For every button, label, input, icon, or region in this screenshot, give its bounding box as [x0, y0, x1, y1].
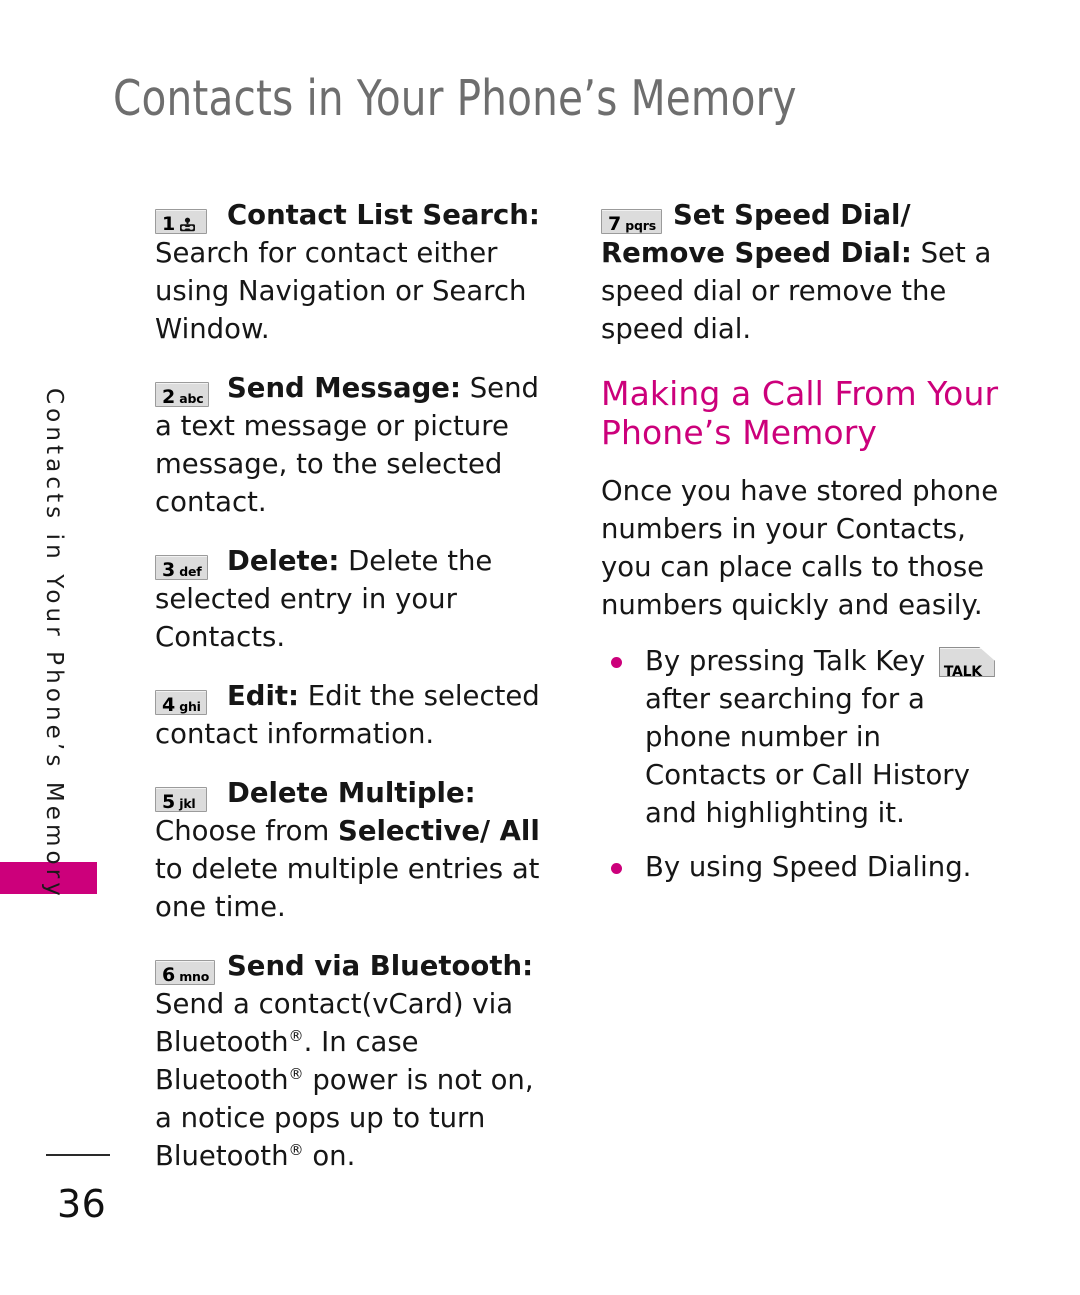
- entry-separator: :: [328, 545, 340, 577]
- footer-divider: [46, 1154, 110, 1156]
- key-letters: abc: [179, 390, 204, 406]
- section-intro-paragraph: Once you have stored phone numbers in yo…: [601, 475, 999, 621]
- menu-entry-edit: 4 ghi Edit: Edit the selected contact inf…: [155, 677, 555, 753]
- methods-list: By pressing Talk Key TALK after searchin…: [601, 642, 1001, 886]
- key-letters: pqrs: [625, 217, 656, 233]
- talk-key-label: TALK: [943, 664, 982, 680]
- voicemail-icon: [179, 212, 196, 231]
- entry-separator: :: [528, 199, 540, 231]
- list-item: By pressing Talk Key TALK after searchin…: [601, 642, 1001, 832]
- manual-page: Contacts in Your Phone’s Memory Contacts…: [0, 0, 1080, 1295]
- menu-entry-delete: 3 def Delete: Delete the selected entry i…: [155, 542, 555, 656]
- page-number: 36: [57, 1182, 107, 1226]
- content-columns: 1 Contact List Search: Search for contac…: [155, 196, 1015, 1172]
- talk-key-icon: TALK: [938, 647, 995, 680]
- keypad-key-3: 3 def: [155, 547, 208, 585]
- entry-body: Edit the selected contact information.: [155, 680, 540, 750]
- key-letters: ghi: [179, 698, 201, 714]
- entry-separator: :: [900, 237, 912, 269]
- section-heading: Making a Call From Your Phone’s Memory: [601, 374, 999, 452]
- key-digit: 7: [608, 212, 622, 235]
- entry-label: Send Message: [227, 372, 450, 404]
- key-digit: 4: [162, 693, 176, 716]
- entry-label: Send via Bluetooth: [227, 950, 523, 982]
- menu-entry-set-speed-dial: 7 pqrs Set Speed Dial/ Remove Speed Dial:…: [601, 196, 1001, 348]
- key-graphic: 1: [155, 208, 207, 235]
- entry-label: Delete Multiple: [227, 777, 465, 809]
- menu-entry-delete-multiple: 5 jkl Delete Multiple: Choose from Select…: [155, 774, 555, 926]
- bullet-dot-icon: [611, 863, 622, 874]
- entry-separator: :: [464, 777, 476, 809]
- running-head-vertical: Contacts in Your Phone’s Memory: [41, 388, 67, 900]
- entry-label: Delete: [227, 545, 329, 577]
- entry-body: Search for contact either using Navigati…: [155, 237, 527, 345]
- key-digit: 1: [162, 212, 176, 235]
- key-letters: mno: [179, 968, 210, 984]
- key-digit: 2: [162, 385, 176, 408]
- key-digit: 6: [162, 963, 176, 986]
- keypad-key-4: 4 ghi: [155, 682, 207, 720]
- bullet-text-post: after searching for a phone number in Co…: [645, 683, 970, 829]
- bullet-text-pre: By using Speed Dialing.: [645, 851, 972, 883]
- key-graphic: 2 abc: [155, 381, 210, 408]
- key-digit: 3: [162, 558, 176, 581]
- keypad-key-7: 7 pqrs: [601, 201, 662, 239]
- keypad-key-2: 2 abc: [155, 374, 210, 412]
- entry-label: Edit: [227, 680, 289, 712]
- menu-entry-contact-list-search: 1 Contact List Search: Search for contac…: [155, 196, 555, 348]
- entry-separator: :: [288, 680, 300, 712]
- bullet-text-pre: By pressing Talk Key: [645, 645, 934, 677]
- keypad-key-6: 6 mno: [155, 952, 216, 990]
- keypad-key-5: 5 jkl: [155, 779, 207, 817]
- key-graphic: 3 def: [155, 554, 208, 581]
- list-item: By using Speed Dialing.: [601, 848, 1001, 886]
- left-column: 1 Contact List Search: Search for contac…: [155, 196, 555, 1196]
- key-digit: 5: [162, 790, 176, 813]
- menu-entry-send-via-bluetooth: 6 mno Send via Bluetooth: Send a contact(…: [155, 947, 555, 1175]
- right-column: 7 pqrs Set Speed Dial/ Remove Speed Dial:…: [601, 196, 1001, 902]
- entry-separator: :: [522, 950, 534, 982]
- key-graphic: 5 jkl: [155, 786, 207, 813]
- entry-separator: :: [449, 372, 461, 404]
- key-graphic: 6 mno: [155, 959, 216, 986]
- page-title: Contacts in Your Phone’s Memory: [113, 70, 797, 127]
- entry-body-emphasis: Selective/ All: [338, 815, 540, 847]
- entry-body-pre: Choose from: [155, 815, 339, 847]
- entry-label: Contact List Search: [227, 199, 529, 231]
- keypad-key-1: 1: [155, 201, 207, 239]
- entry-body-post: to delete multiple entries at one time.: [155, 853, 540, 923]
- menu-entry-send-message: 2 abc Send Message: Send a text message o…: [155, 369, 555, 521]
- key-graphic: 4 ghi: [155, 689, 207, 716]
- key-graphic: 7 pqrs: [601, 208, 662, 235]
- bullet-dot-icon: [611, 657, 622, 668]
- key-letters: def: [179, 563, 202, 579]
- key-letters: jkl: [179, 795, 196, 811]
